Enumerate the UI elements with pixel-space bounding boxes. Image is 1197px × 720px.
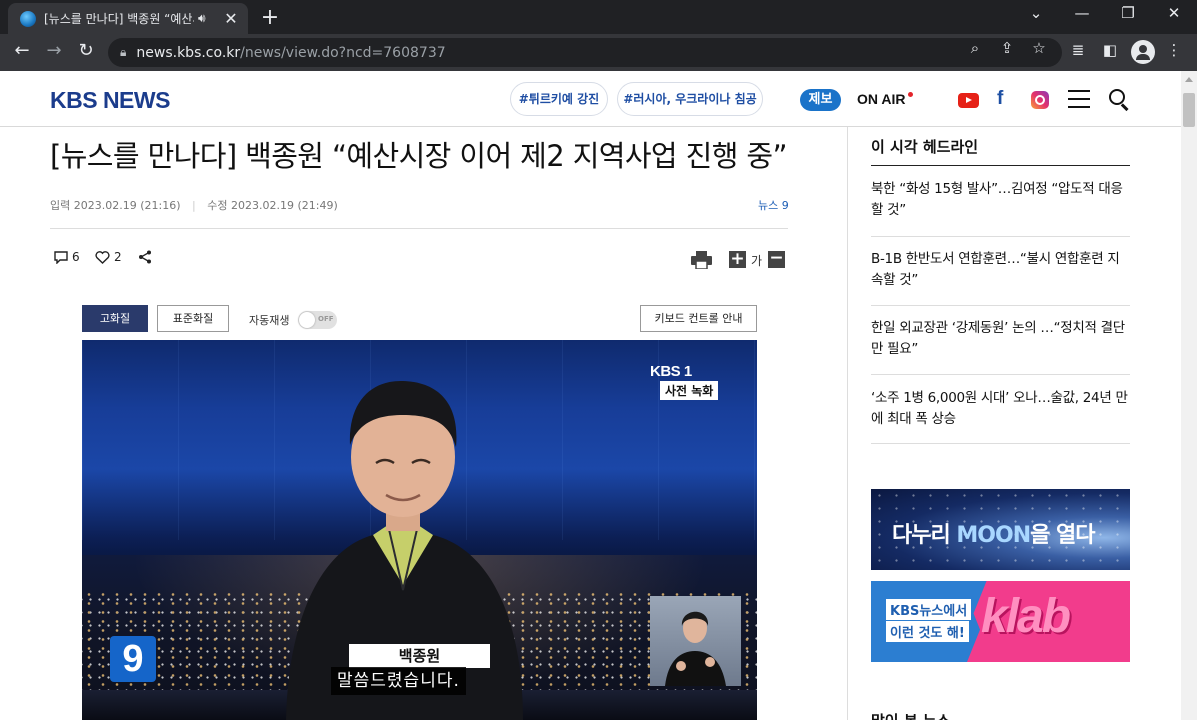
klab-line2: 이런 것도 해! [886,621,969,642]
speaker-icon[interactable]: 🔊︎ [198,11,206,26]
headline-divider [871,236,1130,237]
profile-avatar-icon[interactable] [1131,40,1155,64]
input-time: 2023.02.19 (21:16) [73,199,181,212]
url-path: /news/view.do?ncd=7608737 [240,44,446,61]
video-subtitle: 말씀드렸습니다. [331,667,466,695]
sign-language-interpreter [650,596,741,686]
klab-banner[interactable]: KBS뉴스에서 이런 것도 해! klab [871,581,1130,662]
open-text: 을 열다 [1030,523,1095,548]
sidebar-divider [847,127,848,720]
youtube-icon[interactable] [958,93,979,108]
heart-icon [95,250,110,264]
hamburger-menu-icon[interactable] [1068,90,1090,108]
headline-item[interactable]: B-1B 한반도서 연합훈련…“불시 연합훈련 지속할 것” [871,249,1130,291]
site-header: KBS NEWS #튀르키예 강진 #러시아, 우크라이나 침공 제보 ON A… [0,71,1181,127]
reload-icon[interactable]: ↻ [74,40,98,61]
kbs-favicon-icon [20,10,36,27]
kebab-menu-icon[interactable]: ⋮ [1163,41,1185,59]
report-button[interactable]: 제보 [800,89,841,111]
meta-divider: | [192,199,196,212]
restore-icon[interactable]: ❐ [1113,4,1143,22]
close-icon[interactable]: ✕ [222,9,240,28]
share-icon[interactable] [138,250,152,264]
headline-divider [871,374,1130,375]
article-headline: [뉴스를 만나다] 백종원 “예산시장 이어 제2 지역사업 진행 중” [50,139,788,173]
klab-line1: KBS뉴스에서 [886,599,972,620]
tab-title: [뉴스를 만나다] 백종원 “예산시장 이어 제2 지역사업 진행 중” [44,12,194,26]
channel-9-logo: 9 [110,636,156,682]
interpreter-figure [665,611,726,686]
headline-title-rule [871,165,1130,166]
page-scrollbar[interactable] [1181,71,1197,720]
window-close-icon[interactable]: ✕ [1159,4,1189,22]
moon-text: MOON [956,523,1031,548]
facebook-icon[interactable]: f [997,88,1003,110]
like-count-button[interactable]: 2 [95,250,122,264]
font-size-label: 가 [751,254,763,268]
headline-section-title: 이 시각 헤드라인 [871,138,979,156]
font-size-increase-icon[interactable]: + [729,251,746,268]
onair-link[interactable]: ON AIR [857,91,905,107]
address-bar[interactable]: 🔒︎ news.kbs.co.kr/news/view.do?ncd=76087… [108,38,1062,67]
headline-item[interactable]: 한일 외교장관 ‘강제동원’ 논의 …“정치적 결단만 필요” [871,318,1130,360]
zoom-icon[interactable]: ⌕ [964,39,986,57]
browser-toolbar: ← → ↻ 🔒︎ news.kbs.co.kr/news/view.do?ncd… [0,34,1197,71]
video-player[interactable]: KBS 1 사전 녹화 9 백종원 말씀드렸습니다. [82,340,757,720]
most-viewed-title: 많이 본 뉴스 [871,710,950,720]
danuri-text: 다누리 [892,523,957,548]
minimize-icon[interactable]: — [1067,4,1097,22]
autoplay-label: 자동재생 [249,314,290,327]
name-caption: 백종원 [349,644,490,668]
edit-label: 수정 [207,199,228,212]
comment-icon [54,250,68,264]
comment-count-button[interactable]: 6 [54,250,80,264]
klab-logo: klab [981,590,1071,643]
input-label: 입력 [50,199,71,212]
bookmark-star-icon[interactable]: ☆ [1028,39,1050,57]
article-meta: 입력 2023.02.19 (21:16) | 수정 2023.02.19 (2… [50,197,338,213]
side-panel-icon[interactable]: ◧ [1099,41,1121,59]
danuri-moon-banner[interactable]: 다누리 MOON을 열다 [871,489,1130,570]
edit-time: 2023.02.19 (21:49) [230,199,338,212]
lock-icon: 🔒︎ [120,45,127,59]
forward-arrow-icon[interactable]: → [42,40,66,61]
share-page-icon[interactable]: ⇪ [996,39,1018,57]
browser-tab[interactable]: [뉴스를 만나다] 백종원 “예산시장 이어 제2 지역사업 진행 중” 🔊︎ … [8,3,248,34]
headline-item[interactable]: 북한 “화성 15형 발사”…김여정 “압도적 대응할 것” [871,179,1130,221]
kbs-news-logo[interactable]: KBS NEWS [50,87,170,114]
instagram-icon[interactable] [1031,91,1049,109]
recorded-badge: 사전 녹화 [660,381,719,400]
print-icon[interactable] [691,251,712,269]
new-tab-plus-icon[interactable]: + [258,5,282,30]
scroll-thumb[interactable] [1183,93,1195,127]
sd-quality-button[interactable]: 표준화질 [157,305,229,332]
back-arrow-icon[interactable]: ← [10,40,34,61]
like-count: 2 [114,250,122,264]
media-control-icon[interactable]: ≣ [1067,41,1089,59]
article-divider [50,228,788,229]
autoplay-state: OFF [318,315,334,323]
onair-live-dot [908,92,913,97]
comment-count: 6 [72,250,80,264]
search-icon[interactable] [1109,89,1125,105]
autoplay-toggle[interactable]: OFF [298,311,337,329]
font-size-decrease-icon[interactable]: − [768,250,785,268]
program-link[interactable]: 뉴스 9 [758,197,789,213]
hashtag-russia-ukraine[interactable]: #러시아, 우크라이나 침공 [617,82,763,116]
chevron-down-icon[interactable]: ⌄ [1021,4,1051,22]
headline-divider [871,443,1130,444]
hq-quality-button[interactable]: 고화질 [82,305,148,332]
keyboard-guide-button[interactable]: 키보드 컨트롤 안내 [640,305,757,332]
hashtag-turkey-earthquake[interactable]: #튀르키예 강진 [510,82,608,116]
browser-tab-bar: [뉴스를 만나다] 백종원 “예산시장 이어 제2 지역사업 진행 중” 🔊︎ … [0,0,1197,34]
headline-divider [871,305,1130,306]
scroll-up-arrow-icon[interactable] [1185,77,1193,82]
danuri-banner-text: 다누리 MOON을 열다 [892,517,1096,549]
headline-item[interactable]: ‘소주 1병 6,000원 시대’ 오나…술값, 24년 만에 최대 폭 상승 [871,388,1130,430]
url-host: news.kbs.co.kr [136,44,241,61]
kbs1-channel-logo: KBS 1 [650,363,692,380]
